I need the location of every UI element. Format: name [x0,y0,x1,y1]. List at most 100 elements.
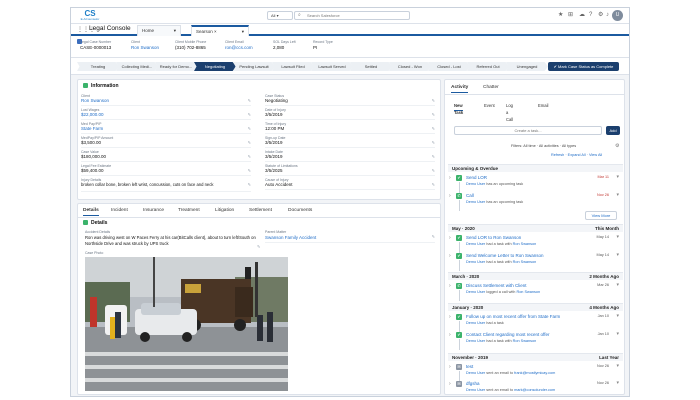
chevron-down-icon[interactable]: ▾ [616,313,619,319]
edit-pencil-icon[interactable]: ✎ [248,126,251,131]
path-step[interactable]: Pending Lawsuit [233,62,275,71]
tab-email[interactable]: Email [538,102,548,111]
edit-pencil-icon[interactable]: ✎ [432,168,435,173]
email-link[interactable]: mark@consolunder.com [514,388,555,392]
view-more-button[interactable]: View More [585,211,617,220]
chevron-down-icon[interactable]: ▾ [174,26,176,35]
tab-case-record[interactable]: Searson × ▾ [191,25,249,36]
activity-title[interactable]: Follow up on most recent offer from Stat… [466,314,560,319]
setup-icon[interactable]: ☁ [579,11,585,20]
edit-pencil-icon[interactable]: ✎ [248,182,251,187]
edit-pencil-icon[interactable]: ✎ [248,98,251,103]
activity-title[interactable]: dfgsha [466,381,480,386]
contact-link[interactable]: Ron Swanson [513,339,537,343]
user-link[interactable]: Demo User [466,321,485,325]
mark-status-complete-button[interactable]: ✔ Mark Case Status as Complete [548,62,619,71]
activity-filters[interactable]: Filters: All time · All activities · All… [511,144,576,148]
new-task-input[interactable]: Create a task... [454,126,602,135]
global-search-input[interactable]: ⌕ Search Salesforce [294,11,410,20]
activity-title[interactable]: Send LOR to Ron Swanson [466,235,521,240]
activity-item[interactable]: › ✆ Discuss Settlement with Client Demo U… [448,281,623,301]
activity-item[interactable]: › ✉ dfgsha Demo User sent an email to mar… [448,379,623,396]
edit-pencil-icon[interactable]: ✎ [432,112,435,117]
client-link[interactable]: Ron Swanson [131,45,159,51]
tab-documents[interactable]: Documents [288,207,312,216]
activity-title[interactable]: test [466,364,473,369]
insurer-link[interactable]: State Farm [81,126,251,132]
activity-title[interactable]: Call [466,193,474,198]
chevron-right-icon[interactable]: › [449,193,451,199]
activity-item[interactable]: › ✔ Send Welcome Letter to Ron Swanson De… [448,251,623,271]
edit-pencil-icon[interactable]: ✎ [248,140,251,145]
chevron-right-icon[interactable]: › [449,175,451,181]
chevron-down-icon[interactable]: ▾ [616,174,619,180]
tab-home[interactable]: Home ▾ [137,25,181,36]
contact-link[interactable]: Ron Swanson [513,260,537,264]
activity-title[interactable]: Contact Client regarding most recent off… [466,332,549,337]
path-step[interactable]: Referred Out [467,62,509,71]
tab-insurance[interactable]: Insurance [143,207,164,216]
path-step[interactable]: Settled [350,62,392,71]
chevron-down-icon[interactable]: ▾ [616,282,619,288]
activity-item[interactable]: › ✔ Send LOR to Ron Swanson Demo User had… [448,233,623,253]
section-november-2019[interactable]: November · 2019 Last Year [448,353,623,361]
chevron-down-icon[interactable]: ▾ [616,192,619,198]
help-icon[interactable]: ? [589,11,592,20]
user-link[interactable]: Demo User [466,388,485,392]
activity-item[interactable]: › ✔ Contact Client regarding most recent … [448,330,623,350]
path-step[interactable]: Unengaged [506,62,548,71]
add-icon[interactable]: ⊞ [568,11,573,20]
user-link[interactable]: Demo User [466,242,485,246]
tab-details[interactable]: Details [83,207,99,216]
chevron-down-icon[interactable]: ▾ [616,252,619,258]
activity-item[interactable]: › ✆ Call Demo User has an upcoming task N… [448,191,623,211]
section-january-2020[interactable]: January · 2020 4 Months Ago [448,303,623,311]
edit-pencil-icon[interactable]: ✎ [257,244,260,249]
tab-activity[interactable]: Activity [451,84,469,93]
activity-title[interactable]: Send Welcome Letter to Ron Swanson [466,253,543,258]
information-header[interactable]: Information [83,83,119,89]
tab-log-call[interactable]: Log a Call [506,102,513,122]
activity-item[interactable]: › ✔ Follow up on most recent offer from S… [448,312,623,332]
user-link[interactable]: Demo User [466,200,485,204]
path-step[interactable]: Lawsuit Served [311,62,353,71]
contact-link[interactable]: Ron Swanson [513,242,537,246]
tab-settlement[interactable]: Settlement [249,207,272,216]
chevron-down-icon[interactable]: ▾ [616,380,619,386]
contact-link[interactable]: Ron Swanson [516,290,540,294]
chevron-down-icon[interactable]: ▾ [616,363,619,369]
bell-icon[interactable]: ♪ [606,11,609,20]
path-step[interactable]: Collecting Medi... [116,62,158,71]
activity-item[interactable]: › ✔ Send LOR Demo User has an upcoming ta… [448,173,623,193]
filter-gear-icon[interactable]: ⚙ [615,143,619,149]
edit-pencil-icon[interactable]: ✎ [432,234,435,239]
edit-pencil-icon[interactable]: ✎ [432,140,435,145]
chevron-right-icon[interactable]: › [449,364,451,370]
chevron-right-icon[interactable]: › [449,283,451,289]
tab-event[interactable]: Event [484,102,495,111]
chevron-down-icon[interactable]: ▾ [616,234,619,240]
tab-chatter[interactable]: Chatter [483,84,499,93]
chevron-down-icon[interactable]: ▾ [242,27,244,36]
tab-treatment[interactable]: Treatment [178,207,200,216]
user-link[interactable]: Demo User [466,371,485,375]
user-link[interactable]: Demo User [466,260,485,264]
chevron-right-icon[interactable]: › [449,332,451,338]
chevron-right-icon[interactable]: › [449,381,451,387]
email-link[interactable]: frank@mostlymicay.com [514,371,555,375]
tab-new-task[interactable]: New Task [454,102,464,115]
details-header[interactable]: Details [83,220,107,226]
edit-pencil-icon[interactable]: ✎ [432,154,435,159]
email-link[interactable]: ron@ccs.com [225,45,253,51]
tab-litigation[interactable]: Litigation [215,207,234,216]
edit-pencil-icon[interactable]: ✎ [248,168,251,173]
company-logo[interactable]: CS E-ACounselor [77,10,103,22]
section-upcoming[interactable]: Upcoming & Overdue [448,164,623,172]
user-link[interactable]: Demo User [466,290,485,294]
edit-pencil-icon[interactable]: ✎ [432,98,435,103]
chevron-right-icon[interactable]: › [449,235,451,241]
edit-pencil-icon[interactable]: ✎ [432,126,435,131]
edit-pencil-icon[interactable]: ✎ [248,112,251,117]
user-avatar[interactable]: U [612,10,623,21]
activity-links[interactable]: Refresh · Expand All · View All [551,153,602,157]
